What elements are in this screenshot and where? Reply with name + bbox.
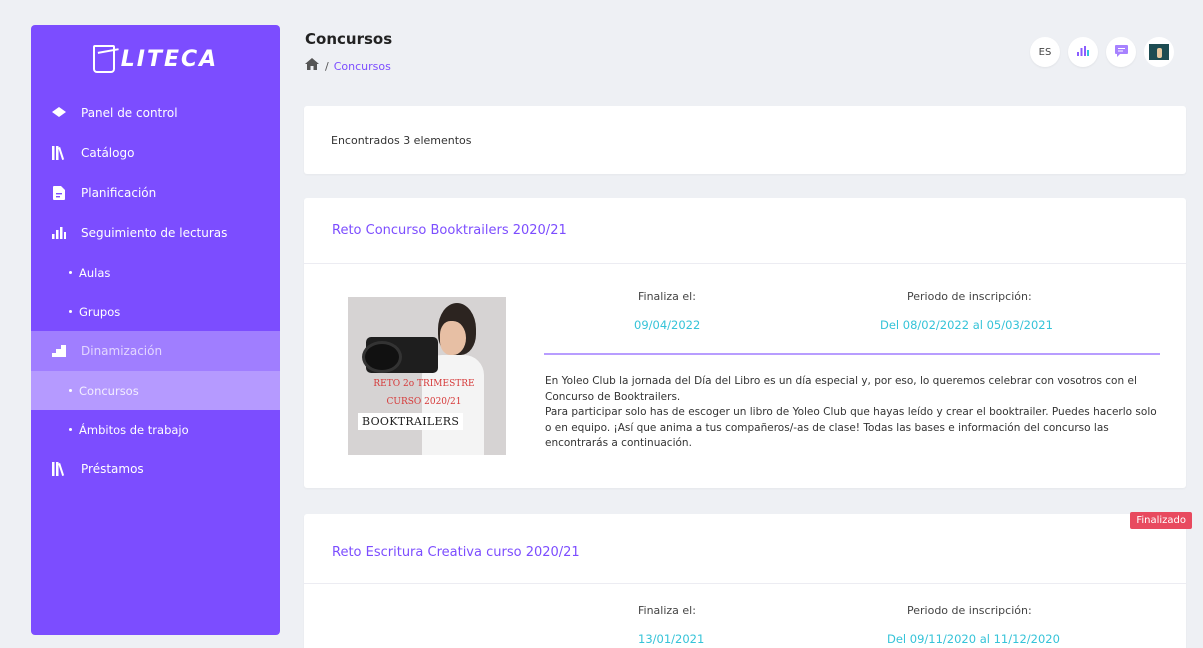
sidebar-item-label: Panel de control: [81, 106, 178, 120]
liteca-logo[interactable]: LITECA: [31, 25, 280, 93]
period-value: Del 08/02/2022 al 05/03/2021: [880, 318, 1053, 332]
bullet-icon: [69, 428, 72, 431]
sidebar-item-prestamos[interactable]: Préstamos: [31, 449, 280, 489]
sidebar-item-label: Préstamos: [81, 462, 144, 476]
sidebar-item-label: Concursos: [79, 383, 139, 398]
chat-icon: [1114, 44, 1128, 60]
sidebar-item-planificacion[interactable]: Planificación: [31, 173, 280, 213]
results-count: Encontrados 3 elementos: [331, 133, 472, 147]
contest-card: Reto Escritura Creativa curso 2020/21 Fi…: [304, 514, 1186, 648]
sidebar-group-dinamizacion: Dinamización: [31, 331, 280, 371]
home-icon[interactable]: [305, 58, 319, 74]
contest-card: Reto Concurso Booktrailers 2020/21 RETO …: [304, 198, 1186, 488]
messages-button[interactable]: [1106, 37, 1136, 67]
bullet-icon: [69, 271, 72, 274]
contest-description: En Yoleo Club la jornada del Día del Lib…: [545, 374, 1165, 452]
bullet-icon: [69, 310, 72, 313]
ends-label: Finaliza el:: [638, 290, 696, 303]
description-paragraph: Para participar solo has de escoger un l…: [545, 406, 1157, 449]
contest-title-row: Reto Concurso Booktrailers 2020/21: [304, 198, 1186, 264]
sidebar-item-label: Dinamización: [81, 344, 163, 358]
sidebar-item-dinamizacion[interactable]: Dinamización: [31, 331, 280, 371]
period-value: Del 09/11/2020 al 11/12/2020: [887, 632, 1060, 646]
steps-chart-icon: [52, 344, 66, 358]
sidebar-item-label: Ámbitos de trabajo: [79, 422, 189, 437]
image-caption-line-3: BOOKTRAILERS: [358, 413, 464, 430]
page-title: Concursos: [305, 30, 393, 48]
sidebar-item-label: Seguimiento de lecturas: [81, 226, 228, 240]
sidebar: LITECA Panel de control Catálogo Planifi…: [31, 25, 280, 635]
books-icon: [52, 462, 66, 476]
breadcrumb: / Concursos: [305, 58, 391, 74]
top-actions: ES: [1030, 37, 1174, 67]
user-avatar[interactable]: [1144, 37, 1174, 67]
bullet-icon: [69, 389, 72, 392]
breadcrumb-current[interactable]: Concursos: [334, 60, 391, 73]
contest-card-wrapper: Reto Escritura Creativa curso 2020/21 Fi…: [304, 512, 1192, 648]
image-caption-line-1: RETO 2o TRIMESTRE: [373, 379, 475, 389]
contest-title-row: Reto Escritura Creativa curso 2020/21: [304, 514, 1186, 584]
sidebar-subitem-aulas[interactable]: Aulas: [31, 253, 280, 292]
stats-button[interactable]: [1068, 37, 1098, 67]
language-button[interactable]: ES: [1030, 37, 1060, 67]
contest-image[interactable]: RETO 2o TRIMESTRE CURSO 2020/21 BOOKTRAI…: [348, 297, 506, 455]
image-caption-line-2: CURSO 2020/21: [386, 397, 462, 407]
sidebar-item-label: Planificación: [81, 186, 157, 200]
sidebar-subitem-concursos[interactable]: Concursos: [31, 371, 280, 410]
sidebar-item-label: Aulas: [79, 265, 111, 280]
bar-chart-icon: [52, 226, 66, 240]
document-icon: [52, 186, 66, 200]
sidebar-item-seguimiento[interactable]: Seguimiento de lecturas: [31, 213, 280, 253]
results-count-card: Encontrados 3 elementos: [304, 106, 1186, 174]
image-person-face: [440, 321, 466, 355]
ends-value: 13/01/2021: [638, 632, 705, 646]
sidebar-item-catalogo[interactable]: Catálogo: [31, 133, 280, 173]
sidebar-item-panel-de-control[interactable]: Panel de control: [31, 93, 280, 133]
sidebar-item-label: Grupos: [79, 304, 121, 319]
contest-title[interactable]: Reto Escritura Creativa curso 2020/21: [332, 545, 580, 560]
avatar-image: [1149, 44, 1169, 60]
ends-value: 09/04/2022: [634, 318, 701, 332]
sidebar-subitem-ambitos[interactable]: Ámbitos de trabajo: [31, 410, 280, 449]
description-paragraph: En Yoleo Club la jornada del Día del Lib…: [545, 375, 1137, 403]
book-logo-icon: [92, 45, 115, 73]
breadcrumb-separator: /: [325, 59, 329, 73]
sidebar-subitem-grupos[interactable]: Grupos: [31, 292, 280, 331]
ends-label: Finaliza el:: [638, 604, 696, 617]
period-label: Periodo de inscripción:: [907, 290, 1032, 303]
camera-lens: [362, 341, 402, 373]
status-badge: Finalizado: [1130, 512, 1192, 529]
diamond-icon: [52, 106, 66, 120]
bar-chart-icon: [1077, 45, 1089, 59]
sidebar-item-label: Catálogo: [81, 146, 135, 160]
books-icon: [52, 146, 66, 160]
divider: [544, 353, 1160, 355]
period-label: Periodo de inscripción:: [907, 604, 1032, 617]
contest-title[interactable]: Reto Concurso Booktrailers 2020/21: [332, 223, 567, 238]
